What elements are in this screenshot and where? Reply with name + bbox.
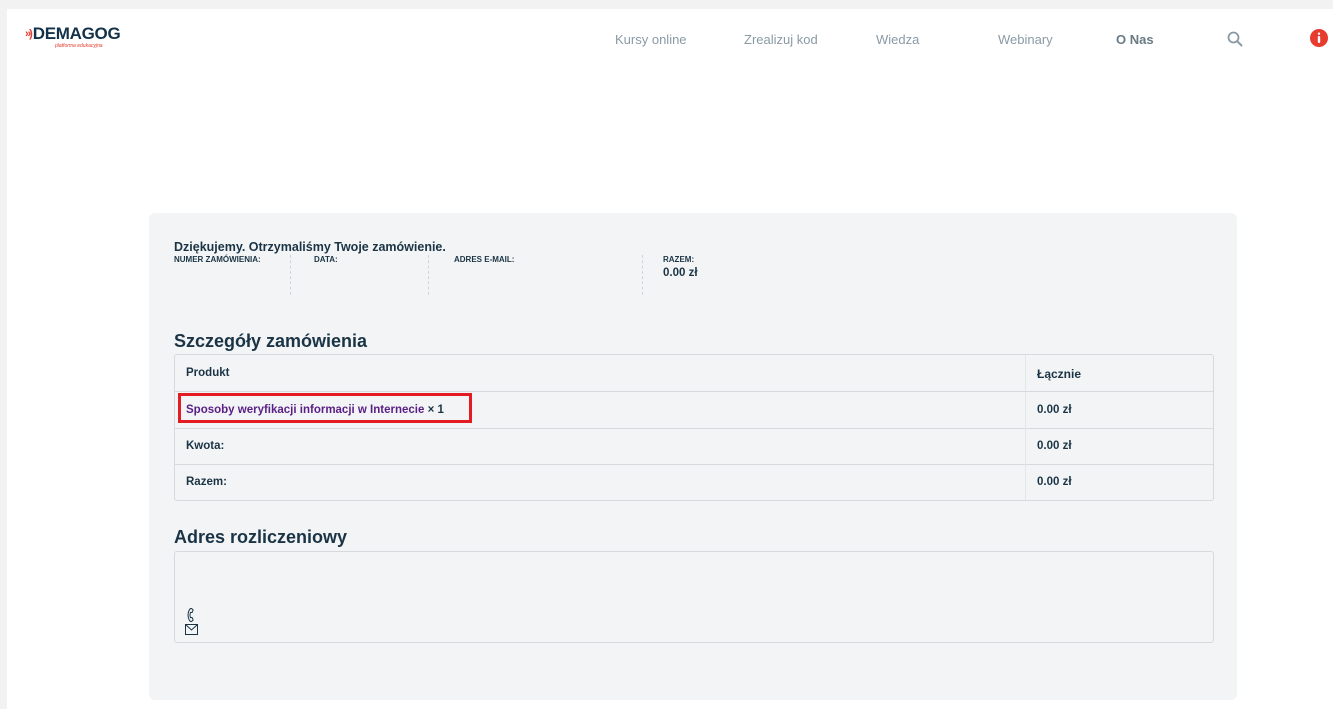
order-date-label: DATA: xyxy=(314,255,338,264)
page: ») DEMAGOG platforma edukacyjna Kursy onl… xyxy=(7,9,1333,709)
thank-you-message: Dziękujemy. Otrzymaliśmy Twoje zamówieni… xyxy=(174,240,446,254)
logo[interactable]: ») DEMAGOG platforma edukacyjna xyxy=(25,24,121,49)
product-cell: Sposoby weryfikacji informacji w Interne… xyxy=(186,404,444,416)
table-row-product: Sposoby weryfikacji informacji w Interne… xyxy=(175,392,1213,429)
order-number-label: NUMER ZAMÓWIENIA: xyxy=(174,255,261,264)
product-total: 0.00 zł xyxy=(1037,404,1072,416)
billing-address-title: Adres rozliczeniowy xyxy=(174,527,348,547)
order-total: RAZEM: 0.00 zł xyxy=(663,255,763,295)
logo-mark: ») xyxy=(25,28,33,40)
logo-tagline: platforma edukacyjna xyxy=(55,43,103,49)
search-icon[interactable] xyxy=(1226,30,1244,48)
table-row-sum: Razem: 0.00 zł xyxy=(175,464,1213,500)
sum-value: 0.00 zł xyxy=(1037,476,1072,488)
order-card: Dziękujemy. Otrzymaliśmy Twoje zamówieni… xyxy=(149,213,1237,700)
order-email: ADRES E-MAIL: xyxy=(454,255,643,295)
order-details-table: Produkt Łącznie Sposoby weryfikacji info… xyxy=(174,354,1214,501)
amount-value: 0.00 zł xyxy=(1037,440,1072,452)
mail-icon xyxy=(185,624,198,635)
nav-kursy-online[interactable]: Kursy online xyxy=(615,32,687,47)
amount-label: Kwota: xyxy=(186,440,225,452)
order-details-title: Szczegóły zamówienia xyxy=(174,331,368,351)
product-link[interactable]: Sposoby weryfikacji informacji w Interne… xyxy=(186,404,424,416)
order-total-label: RAZEM: xyxy=(663,255,695,264)
nav-wiedza[interactable]: Wiedza xyxy=(876,32,919,47)
product-quantity: × 1 xyxy=(427,404,444,416)
column-divider xyxy=(1025,464,1026,500)
table-header-row: Produkt Łącznie xyxy=(175,355,1213,392)
phone-icon xyxy=(187,608,194,622)
column-divider xyxy=(1025,355,1026,391)
sum-label: Razem: xyxy=(186,476,227,488)
order-number: NUMER ZAMÓWIENIA: xyxy=(174,255,291,295)
logo-text: DEMAGOG xyxy=(32,24,121,43)
order-email-label: ADRES E-MAIL: xyxy=(454,255,515,264)
alert-icon[interactable] xyxy=(1309,28,1329,48)
column-divider xyxy=(1025,392,1026,428)
nav-o-nas[interactable]: O Nas xyxy=(1116,32,1154,47)
column-divider xyxy=(1025,428,1026,464)
column-header-total: Łącznie xyxy=(1037,367,1082,381)
nav-zrealizuj-kod[interactable]: Zrealizuj kod xyxy=(744,32,818,47)
order-date: DATA: xyxy=(314,255,429,295)
order-total-value: 0.00 zł xyxy=(663,267,698,279)
nav-webinary[interactable]: Webinary xyxy=(998,32,1053,47)
billing-address-box xyxy=(174,551,1214,643)
table-row-amount: Kwota: 0.00 zł xyxy=(175,428,1213,465)
column-header-product: Produkt xyxy=(186,367,230,379)
